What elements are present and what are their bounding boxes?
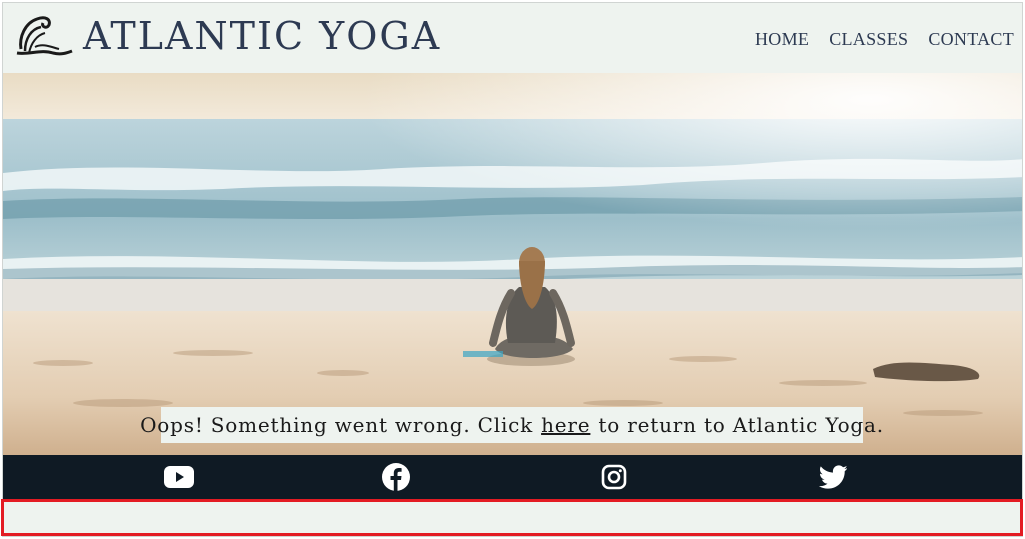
instagram-icon[interactable] [599, 462, 629, 492]
twitter-icon[interactable] [818, 462, 848, 492]
page: ATLANTIC YOGA HOME CLASSES CONTACT Oops!… [2, 2, 1023, 537]
site-title[interactable]: ATLANTIC YOGA [83, 17, 441, 55]
nav-home[interactable]: HOME [755, 29, 809, 50]
youtube-icon[interactable] [164, 462, 194, 492]
error-message: Oops! Something went wrong. Click here t… [140, 407, 883, 443]
error-text-after: to return to Atlantic Yoga. [598, 413, 884, 437]
wave-icon[interactable] [15, 9, 73, 57]
hero-image: Oops! Something went wrong. Click here t… [3, 73, 1022, 455]
highlight-box [1, 499, 1023, 536]
nav-contact[interactable]: CONTACT [928, 29, 1014, 50]
site-footer [3, 455, 1022, 499]
nav-classes[interactable]: CLASSES [829, 29, 908, 50]
site-header: ATLANTIC YOGA HOME CLASSES CONTACT [3, 3, 1022, 73]
facebook-icon[interactable] [381, 462, 411, 492]
return-home-link[interactable]: here [541, 413, 590, 437]
error-text-before: Oops! Something went wrong. Click [140, 413, 534, 437]
main-nav: HOME CLASSES CONTACT [755, 29, 1014, 50]
